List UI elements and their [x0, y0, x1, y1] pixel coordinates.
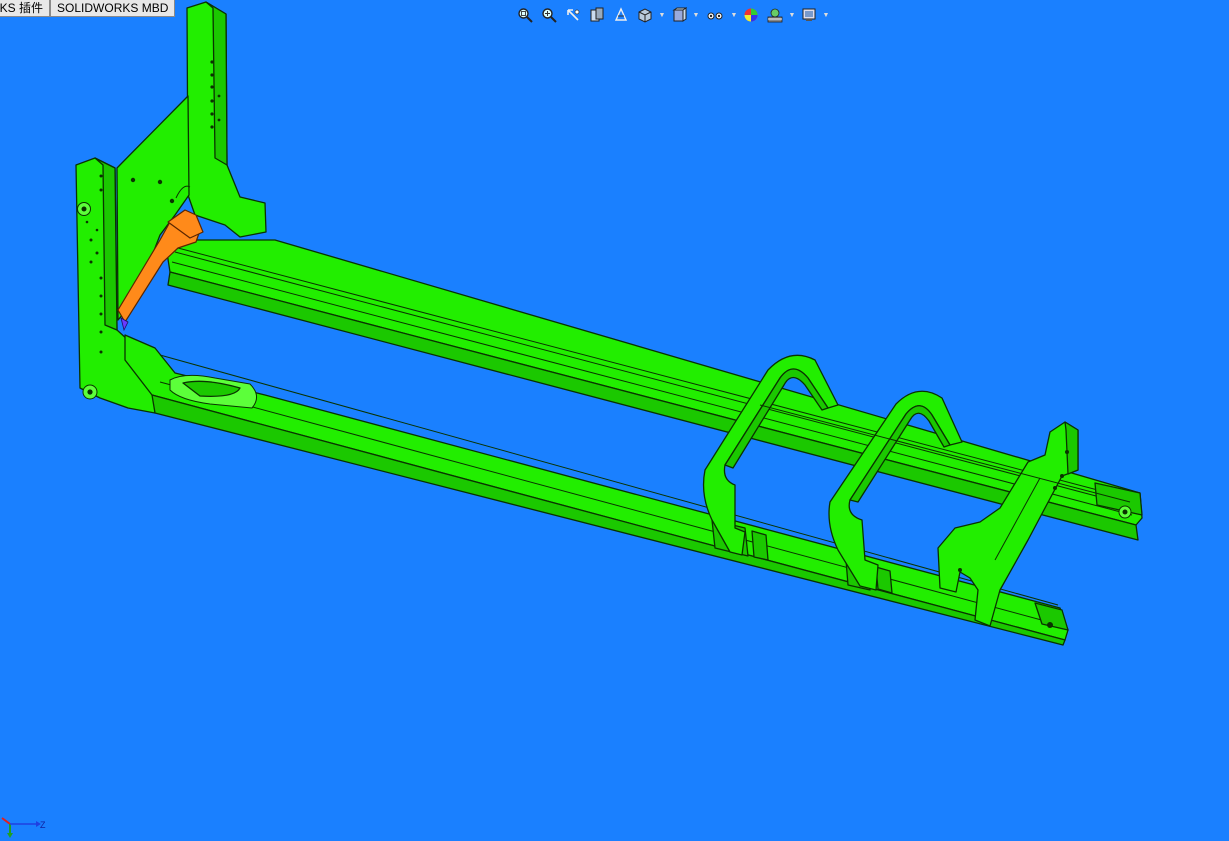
z-axis-label: Z [40, 820, 46, 830]
upper-rail[interactable] [164, 239, 1143, 541]
3d-model[interactable]: .g { fill: #22ee00; stroke: #0a3300; str… [0, 0, 1229, 841]
reference-triad: Z [1, 817, 46, 838]
x-axis-icon [1, 817, 11, 825]
back-vertical-plate[interactable] [186, 1, 267, 238]
graphics-area[interactable]: RKS 插件 SOLIDWORKS MBD ▼ ▼ ▼ [0, 0, 1229, 841]
